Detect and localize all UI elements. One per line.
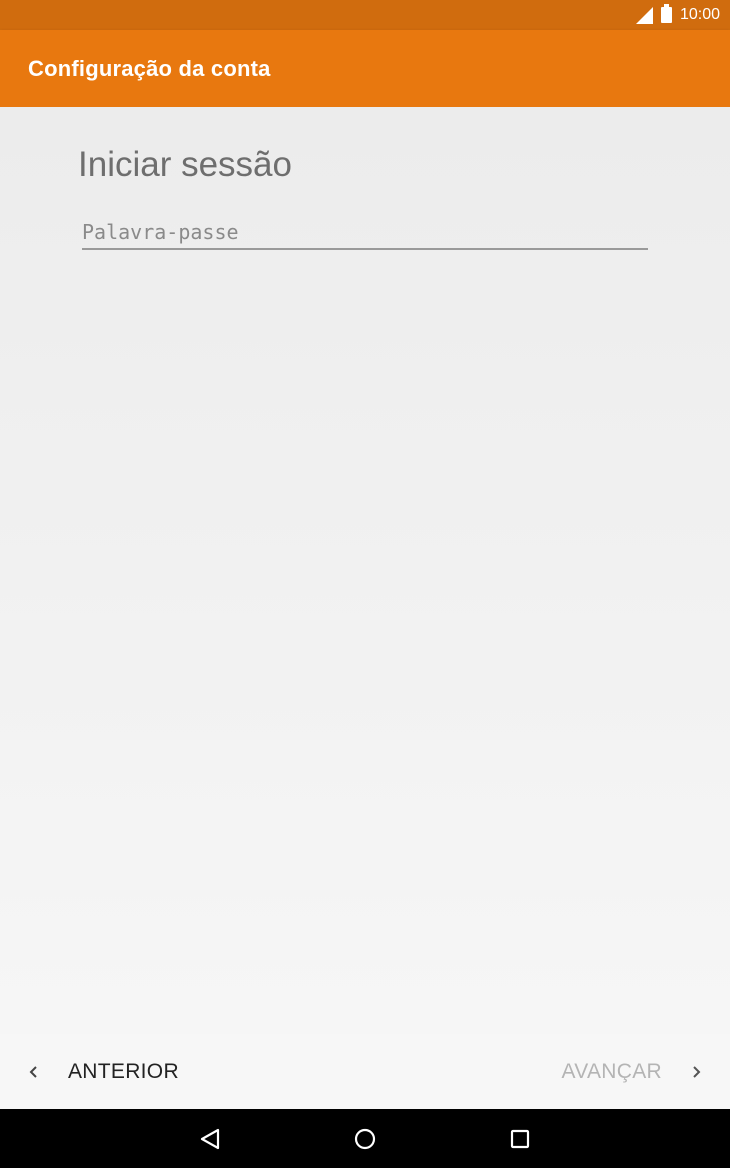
previous-button-label: ANTERIOR [68,1060,179,1083]
page-heading: Iniciar sessão [78,145,292,184]
status-bar: 10:00 [0,0,730,30]
app-bar: Configuração da conta [0,30,730,107]
setup-navigation-bar: ANTERIOR AVANÇAR [0,1034,730,1109]
back-triangle-icon[interactable] [196,1124,226,1154]
system-navigation-bar [0,1109,730,1168]
battery-icon [660,4,672,23]
password-field[interactable] [82,215,648,250]
status-icons: 10:00 [635,0,720,30]
status-time: 10:00 [679,6,720,23]
home-circle-icon[interactable] [350,1124,380,1154]
signal-icon [635,6,653,24]
sign-in-form: Iniciar sessão [0,107,730,1034]
chevron-left-icon [29,1066,37,1078]
recents-square-icon[interactable] [505,1124,535,1154]
app-title: Configuração da conta [28,55,271,81]
previous-button[interactable]: ANTERIOR [22,1054,179,1090]
next-button-label: AVANÇAR [561,1060,662,1083]
next-button[interactable]: AVANÇAR [561,1054,708,1090]
chevron-right-icon [693,1066,701,1078]
